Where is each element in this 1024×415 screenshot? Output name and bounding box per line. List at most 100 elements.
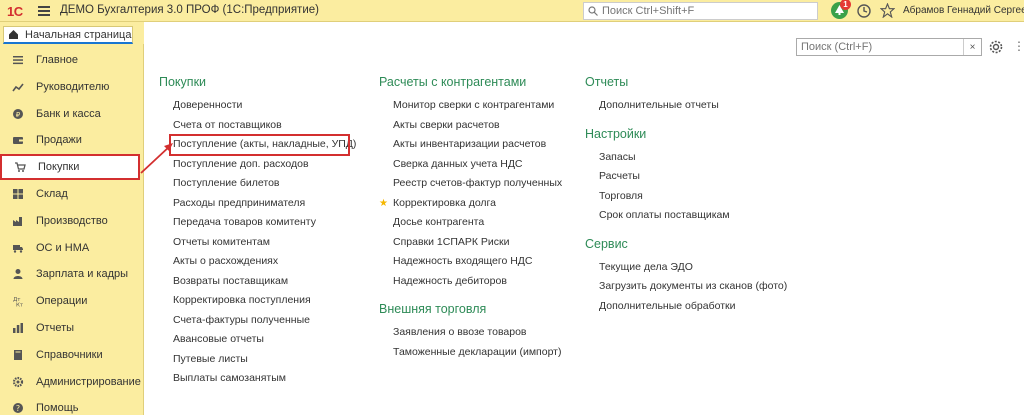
menu-link-label: Справки 1СПАРК Риски: [393, 235, 510, 248]
menu-link[interactable]: Срок оплаты поставщикам: [585, 206, 787, 226]
menu-section: Сервис Текущие дела ЭДО Загрузить документ…: [585, 234, 787, 317]
sidebar-item-label: Банк и касса: [36, 107, 101, 120]
menu-link-label: Корректировка долга: [393, 196, 497, 209]
history-icon[interactable]: [856, 3, 872, 19]
sidebar-item-label: Продажи: [36, 134, 82, 147]
menu-section: Отчеты Дополнительные отчеты: [585, 72, 787, 116]
sidebar-item[interactable]: Отчеты: [0, 315, 144, 341]
menu-link[interactable]: Заявления о ввозе товаров: [379, 323, 562, 343]
menu-link[interactable]: Сверка данных учета НДС: [379, 155, 562, 175]
book-icon: [11, 348, 24, 361]
sidebar-item[interactable]: Администрирование: [0, 369, 144, 395]
menu-link[interactable]: Расходы предпринимателя: [159, 194, 349, 214]
menu-link[interactable]: Запасы: [585, 148, 787, 168]
wallet-icon: [11, 134, 24, 147]
svg-text:?: ?: [15, 404, 19, 413]
sidebar-item[interactable]: Производство: [0, 208, 144, 234]
global-search-field[interactable]: [583, 2, 818, 20]
menu-link-label: Акты инвентаризации расчетов: [393, 138, 547, 150]
sidebar-item[interactable]: ? Помощь: [0, 395, 144, 415]
menu-link[interactable]: Справки 1СПАРК Риски: [379, 233, 562, 253]
sidebar-item[interactable]: Дт Кт Операции: [0, 288, 144, 314]
menu-link-label: Дополнительные отчеты: [599, 99, 719, 111]
menu-link[interactable]: Досье контрагента: [379, 213, 562, 233]
favorites-star-icon[interactable]: [880, 3, 895, 18]
sidebar-item-label: Склад: [36, 188, 68, 200]
menu-link-label: Путевые листы: [173, 352, 248, 365]
menu-link-label: Торговля: [599, 189, 643, 202]
menu-link[interactable]: Акты сверки расчетов: [379, 116, 562, 136]
menu-link[interactable]: Отчеты комитентам: [159, 233, 349, 253]
sidebar-item-label: Руководителю: [36, 80, 110, 93]
operations-icon: Дт Кт: [11, 295, 24, 308]
menu-link[interactable]: Дополнительные отчеты: [585, 96, 787, 116]
menu-link[interactable]: Акты инвентаризации расчетов: [379, 135, 562, 155]
sidebar-item[interactable]: Главное: [0, 47, 144, 73]
sidebar-item-label: Операции: [36, 295, 88, 308]
menu-link[interactable]: ★ Корректировка долга: [379, 194, 562, 214]
menu-link[interactable]: Дополнительные обработки: [585, 297, 787, 317]
menu-link[interactable]: Торговля: [585, 187, 787, 207]
section-search-field[interactable]: ×: [796, 38, 982, 56]
sidebar-item[interactable]: Покупки: [0, 154, 140, 181]
menu-link[interactable]: Надежность входящего НДС: [379, 252, 562, 272]
menu-section: Внешняя торговля Заявления о ввозе товаро…: [379, 299, 562, 362]
tab-home[interactable]: Начальная страница: [3, 26, 133, 44]
menu-link-label: Поступление (акты, накладные, УПД): [173, 138, 357, 150]
menu-link[interactable]: Таможенные декларации (импорт): [379, 343, 562, 363]
menu-link[interactable]: Выплаты самозанятым: [159, 369, 349, 389]
menu-link-label: Досье контрагента: [393, 216, 485, 228]
menu-link-label: Счета от поставщиков: [173, 118, 282, 131]
sidebar-item-label: Администрирование: [36, 375, 141, 388]
menu-link[interactable]: Передача товаров комитенту: [159, 213, 349, 233]
menu-link-label: Реестр счетов-фактур полученных: [393, 177, 563, 189]
menu-link-label: Загрузить документы из сканов (фото): [599, 280, 788, 292]
menu-link-label: Сверка данных учета НДС: [393, 157, 523, 170]
tab-home-label: Начальная страница: [25, 28, 132, 41]
menu-link-label: Запасы: [599, 150, 636, 163]
app-logo[interactable]: 1С: [6, 3, 23, 19]
sidebar-item[interactable]: ОС и НМА: [0, 235, 144, 261]
menu-link[interactable]: Доверенности: [159, 96, 349, 116]
global-search-input[interactable]: [602, 5, 802, 17]
sidebar-item[interactable]: Руководителю: [0, 74, 144, 100]
annotation-arrow: [140, 143, 173, 174]
trend-icon: [11, 80, 24, 93]
main-menu-icon[interactable]: [38, 4, 50, 18]
menu-link[interactable]: Поступление билетов: [159, 174, 349, 194]
settings-gear-icon[interactable]: [988, 39, 1004, 55]
sidebar: Главное Руководителю ₽ Банк и касса Продажи П…: [0, 44, 144, 415]
menu-link[interactable]: Авансовые отчеты: [159, 330, 349, 350]
menu-link[interactable]: Надежность дебиторов: [379, 272, 562, 292]
menu-link[interactable]: Поступление доп. расходов: [159, 155, 349, 175]
menu-link[interactable]: Текущие дела ЭДО: [585, 258, 787, 278]
sidebar-item[interactable]: Справочники: [0, 342, 144, 368]
menu-link-label: Передача товаров комитенту: [173, 216, 316, 228]
menu-link[interactable]: Возвраты поставщикам: [159, 272, 349, 292]
more-options-icon[interactable]: ⋮: [1013, 39, 1024, 55]
notifications-icon[interactable]: 1: [831, 0, 851, 19]
menu-link[interactable]: Корректировка поступления: [159, 291, 349, 311]
menu-link[interactable]: Реестр счетов-фактур полученных: [379, 174, 562, 194]
favorite-star-icon[interactable]: ★: [379, 194, 388, 214]
menu-link-label: Акты сверки расчетов: [393, 118, 500, 131]
menu-link-label: Монитор сверки с контрагентами: [393, 99, 555, 111]
user-name[interactable]: Абрамов Геннадий Сергеевич: [903, 5, 1024, 16]
clear-search-button[interactable]: ×: [963, 39, 981, 55]
menu-link[interactable]: Монитор сверки с контрагентами: [379, 96, 562, 116]
menu-link[interactable]: Загрузить документы из сканов (фото): [585, 277, 787, 297]
sidebar-item[interactable]: Продажи: [0, 127, 144, 153]
notifications-badge: 1: [840, 0, 851, 10]
sidebar-item[interactable]: Склад: [0, 181, 144, 207]
svg-text:₽: ₽: [15, 111, 20, 119]
menu-link[interactable]: Расчеты: [585, 167, 787, 187]
section-search-input[interactable]: [797, 41, 957, 53]
menu-link[interactable]: Путевые листы: [159, 350, 349, 370]
menu-link[interactable]: Акты о расхождениях: [159, 252, 349, 272]
menu-link-highlighted[interactable]: Поступление (акты, накладные, УПД): [169, 134, 356, 156]
sidebar-item[interactable]: ₽ Банк и касса: [0, 101, 144, 127]
cart-icon: [13, 161, 26, 174]
sidebar-item[interactable]: Зарплата и кадры: [0, 261, 144, 287]
menu-link[interactable]: Счета от поставщиков: [159, 116, 349, 136]
menu-link[interactable]: Счета-фактуры полученные: [159, 311, 349, 331]
